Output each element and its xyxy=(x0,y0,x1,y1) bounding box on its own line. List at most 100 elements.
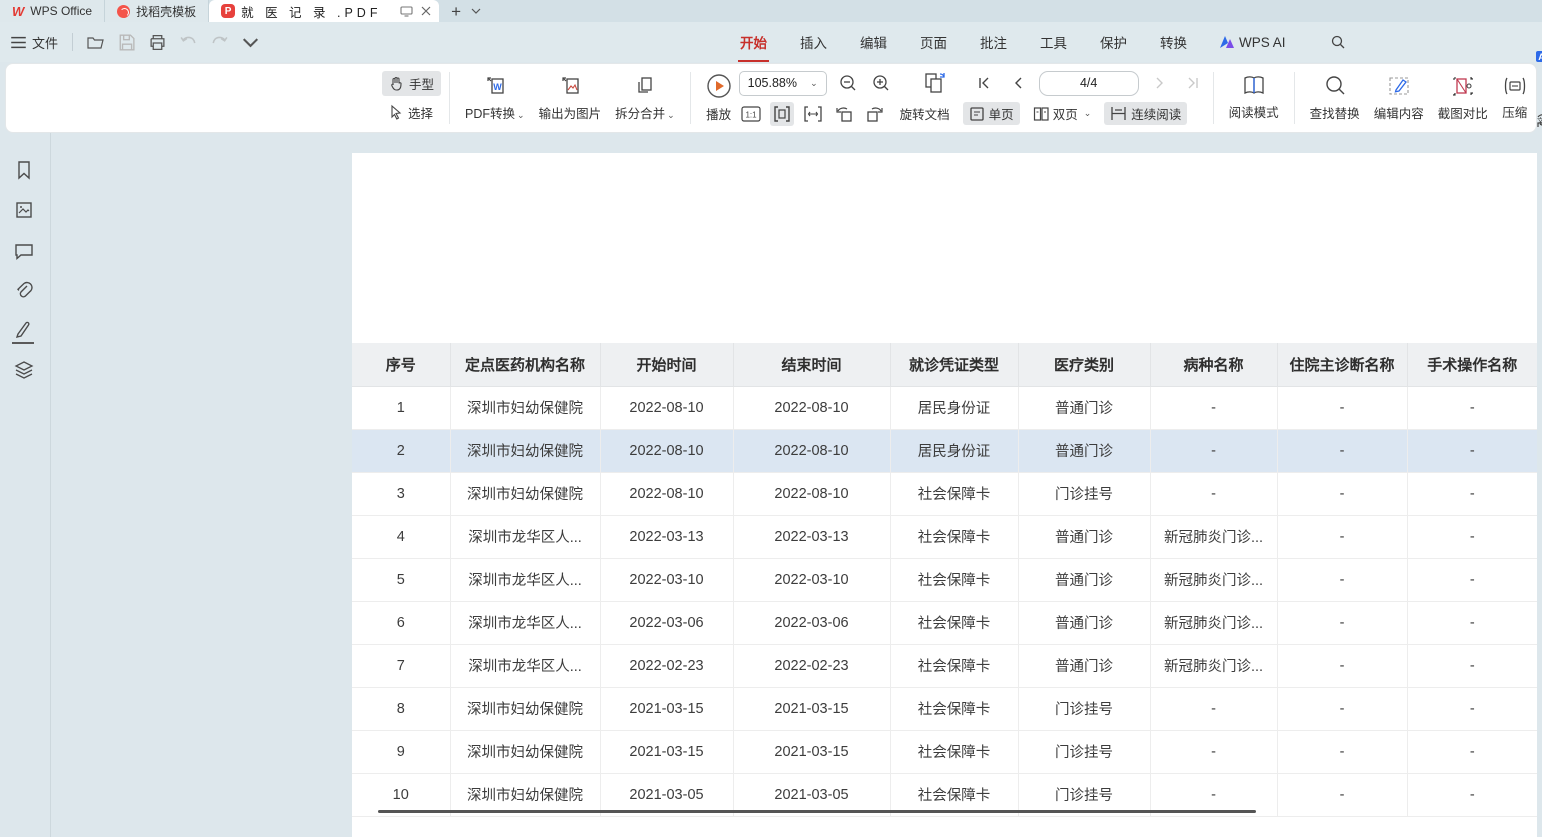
table-cell: - xyxy=(1407,644,1537,687)
fit-width-button[interactable] xyxy=(770,102,794,126)
menu-tab-home[interactable]: 开始 xyxy=(738,28,769,56)
pdf-convert-button[interactable]: W PDF转换⌄ xyxy=(458,72,532,124)
menu-tab-annotate[interactable]: 批注 xyxy=(978,28,1009,56)
menu-tab-tools[interactable]: 工具 xyxy=(1038,28,1069,56)
table-row: 9深圳市妇幼保健院2021-03-152021-03-15社会保障卡门诊挂号--… xyxy=(352,730,1537,773)
screenshot-compare-button[interactable]: 截图对比 xyxy=(1431,72,1495,124)
table-cell: 社会保障卡 xyxy=(890,687,1018,730)
table-cell: - xyxy=(1407,687,1537,730)
search-icon[interactable] xyxy=(1331,35,1345,49)
rotate-right-button[interactable] xyxy=(863,102,887,126)
close-icon[interactable] xyxy=(421,6,431,16)
double-page-icon xyxy=(1033,106,1049,122)
menu-tab-edit[interactable]: 编辑 xyxy=(858,28,889,56)
menu-tab-convert[interactable]: 转换 xyxy=(1158,28,1189,56)
rotate-left-button[interactable] xyxy=(832,102,856,126)
undo-icon[interactable] xyxy=(180,34,197,51)
first-page-button[interactable] xyxy=(973,71,997,95)
save-icon[interactable] xyxy=(118,34,135,51)
edit-content-icon xyxy=(1387,74,1411,98)
table-cell: 2021-03-15 xyxy=(733,687,890,730)
table-cell: 深圳市妇幼保健院 xyxy=(450,687,600,730)
table-row: 2深圳市妇幼保健院2022-08-102022-08-10居民身份证普通门诊--… xyxy=(352,429,1537,472)
menu-tab-insert[interactable]: 插入 xyxy=(798,28,829,56)
find-replace-button[interactable]: 查找替换 xyxy=(1303,72,1367,124)
tab-list-chevron-icon[interactable] xyxy=(471,8,481,14)
table-cell: 新冠肺炎门诊... xyxy=(1150,601,1277,644)
table-row: 3深圳市妇幼保健院2022-08-102022-08-10社会保障卡门诊挂号--… xyxy=(352,472,1537,515)
table-cell: - xyxy=(1150,386,1277,429)
toolbar: 手型 选择 W PDF转换⌄ 输出为图片 拆分合并⌄ 播放 105.88%⌄ xyxy=(5,63,1537,133)
continuous-read-button[interactable]: 连续阅读 xyxy=(1104,102,1187,125)
table-cell: - xyxy=(1407,472,1537,515)
layers-icon[interactable] xyxy=(14,360,34,380)
table-cell: 2022-03-06 xyxy=(600,601,733,644)
zoom-out-button[interactable] xyxy=(836,71,860,95)
table-cell: 普通门诊 xyxy=(1018,386,1150,429)
hand-tool-button[interactable]: 手型 xyxy=(382,71,441,96)
wps-ai-button[interactable]: WPS AI xyxy=(1218,31,1288,54)
rotate-doc-label[interactable]: 旋转文档 xyxy=(894,102,956,125)
fit-page-button[interactable] xyxy=(801,102,825,126)
thumbnail-icon[interactable] xyxy=(14,200,34,220)
table-row: 1深圳市妇幼保健院2022-08-102022-08-10居民身份证普通门诊--… xyxy=(352,386,1537,429)
table-cell: - xyxy=(1150,472,1277,515)
double-page-button[interactable]: 双页⌄ xyxy=(1027,102,1098,125)
comment-icon[interactable] xyxy=(14,241,34,261)
monitor-icon[interactable] xyxy=(400,6,413,17)
column-header: 序号 xyxy=(352,343,450,386)
pdf-convert-icon: W xyxy=(483,74,507,98)
table-horizontal-scrollbar[interactable] xyxy=(378,810,1256,813)
edit-content-button[interactable]: 编辑内容 xyxy=(1367,72,1431,124)
tab-document-active[interactable]: P 就 医 记 录 .PDF xyxy=(209,0,439,22)
table-cell: 2022-02-23 xyxy=(733,644,890,687)
table-cell: 社会保障卡 xyxy=(890,472,1018,515)
more-chevron-icon[interactable] xyxy=(242,34,259,51)
redo-icon[interactable] xyxy=(211,34,228,51)
attachment-icon[interactable] xyxy=(14,281,34,301)
column-header: 住院主诊断名称 xyxy=(1277,343,1407,386)
play-button[interactable]: 播放 xyxy=(699,71,739,125)
page-replace-button[interactable] xyxy=(923,71,947,95)
compress-button[interactable]: 压缩 xyxy=(1495,73,1535,123)
menu-tab-protect[interactable]: 保护 xyxy=(1098,28,1129,56)
table-cell: 普通门诊 xyxy=(1018,429,1150,472)
cursor-icon xyxy=(389,105,403,120)
table-cell: 新冠肺炎门诊... xyxy=(1150,644,1277,687)
read-mode-button[interactable]: 阅读模式 xyxy=(1222,73,1286,123)
tab-label: 找稻壳模板 xyxy=(136,3,196,20)
tab-wps-office[interactable]: W WPS Office xyxy=(0,0,105,22)
wps-ai-icon xyxy=(1220,36,1234,48)
open-folder-icon[interactable] xyxy=(87,34,104,51)
hand-icon xyxy=(389,76,404,91)
table-cell: - xyxy=(1277,429,1407,472)
zoom-level-select[interactable]: 105.88%⌄ xyxy=(739,71,827,96)
split-merge-button[interactable]: 拆分合并⌄ xyxy=(608,72,682,124)
table-cell: 2022-03-10 xyxy=(600,558,733,601)
select-tool-button[interactable]: 选择 xyxy=(382,100,441,125)
table-cell: 社会保障卡 xyxy=(890,601,1018,644)
table-cell: 2021-03-15 xyxy=(600,730,733,773)
export-image-button[interactable]: 输出为图片 xyxy=(532,72,609,124)
file-menu-button[interactable]: 文件 xyxy=(10,33,58,52)
screenshot-compare-icon xyxy=(1451,74,1475,98)
tab-docer-templates[interactable]: 找稻壳模板 xyxy=(105,0,209,22)
zoom-in-button[interactable] xyxy=(869,71,893,95)
bookmark-icon[interactable] xyxy=(14,160,34,180)
table-cell: - xyxy=(1277,601,1407,644)
single-page-button[interactable]: 单页 xyxy=(963,102,1020,125)
print-icon[interactable] xyxy=(149,34,166,51)
new-tab-button[interactable]: + xyxy=(451,3,461,20)
page-indicator[interactable]: 4/4 xyxy=(1039,71,1139,96)
full-translate-button[interactable]: A字 全文翻译 xyxy=(1535,38,1542,76)
table-cell: - xyxy=(1407,601,1537,644)
next-page-button[interactable] xyxy=(1148,71,1172,95)
menu-tab-page[interactable]: 页面 xyxy=(918,28,949,56)
hamburger-icon xyxy=(10,34,27,51)
actual-size-button[interactable]: 1:1 xyxy=(739,102,763,126)
column-header: 医疗类别 xyxy=(1018,343,1150,386)
table-cell: 2022-08-10 xyxy=(733,472,890,515)
prev-page-button[interactable] xyxy=(1006,71,1030,95)
last-page-button[interactable] xyxy=(1181,71,1205,95)
signature-icon[interactable] xyxy=(14,320,34,340)
